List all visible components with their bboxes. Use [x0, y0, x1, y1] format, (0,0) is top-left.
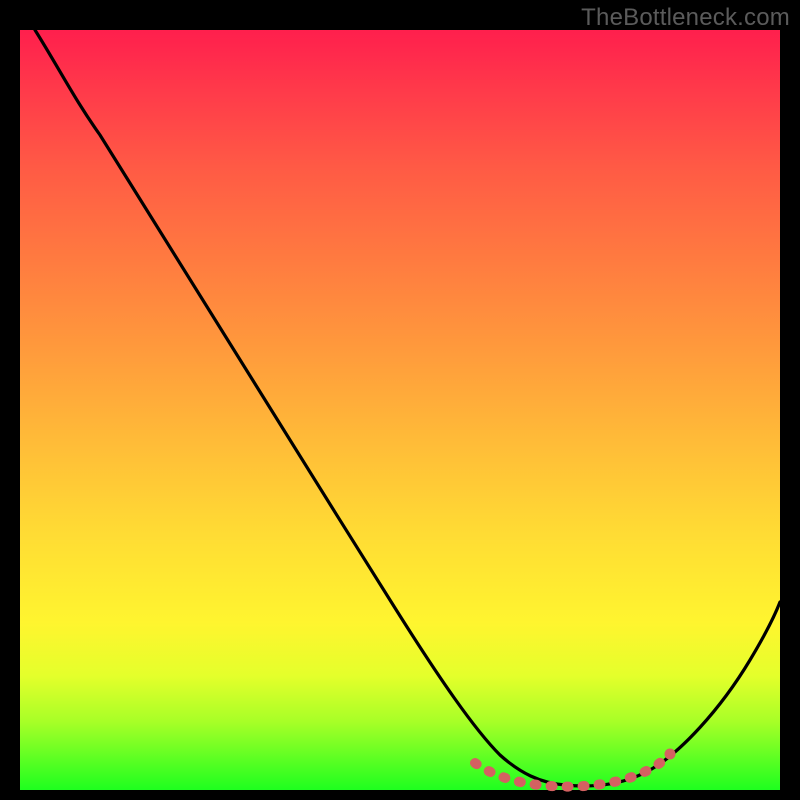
chart-frame: TheBottleneck.com	[0, 0, 800, 800]
optimal-region-end-dot	[665, 749, 676, 760]
gradient-plot-area	[20, 30, 780, 790]
watermark-text: TheBottleneck.com	[581, 4, 790, 32]
bottleneck-curve-path	[35, 30, 780, 786]
optimal-region-path	[475, 759, 665, 787]
bottleneck-curve-svg	[20, 30, 780, 790]
